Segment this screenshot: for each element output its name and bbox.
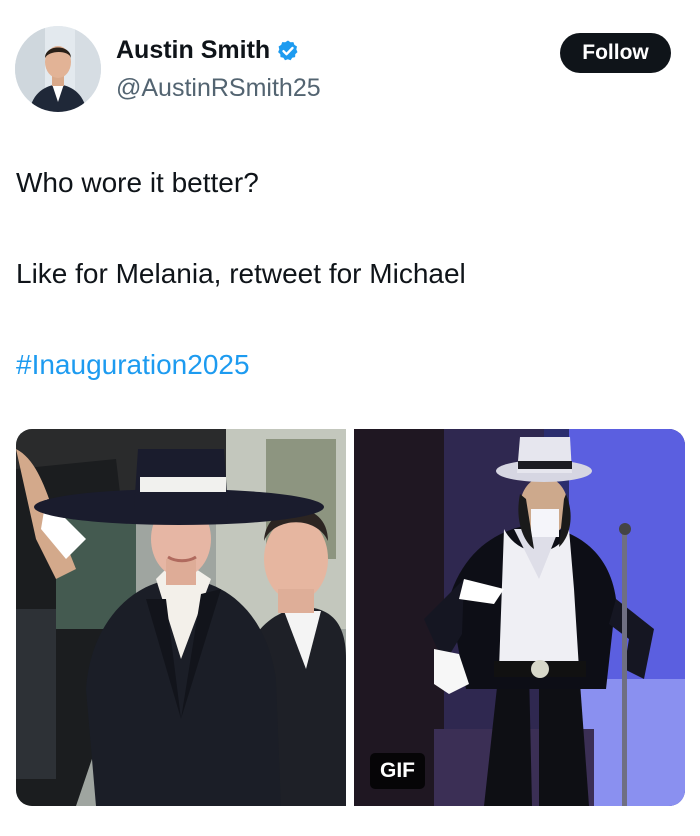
author-name[interactable]: Austin Smith	[116, 36, 270, 65]
tweet-text-line-1: Who wore it better?	[16, 167, 259, 198]
tweet-header: Austin Smith @AustinRSmith25 Follow	[0, 0, 700, 130]
media-grid: GIF	[16, 429, 685, 806]
author-handle[interactable]: @AustinRSmith25	[116, 74, 321, 103]
hashtag-link[interactable]: #Inauguration2025	[16, 349, 250, 381]
michael-jackson-gif[interactable]: GIF	[354, 429, 685, 806]
author-avatar[interactable]	[15, 26, 101, 112]
tweet-text-line-2: Like for Melania, retweet for Michael	[16, 258, 466, 289]
author-name-row: Austin Smith	[116, 36, 300, 65]
gif-badge: GIF	[370, 753, 425, 789]
verified-badge-icon	[278, 40, 298, 60]
follow-button[interactable]: Follow	[560, 33, 671, 73]
melania-photo[interactable]	[16, 429, 346, 806]
